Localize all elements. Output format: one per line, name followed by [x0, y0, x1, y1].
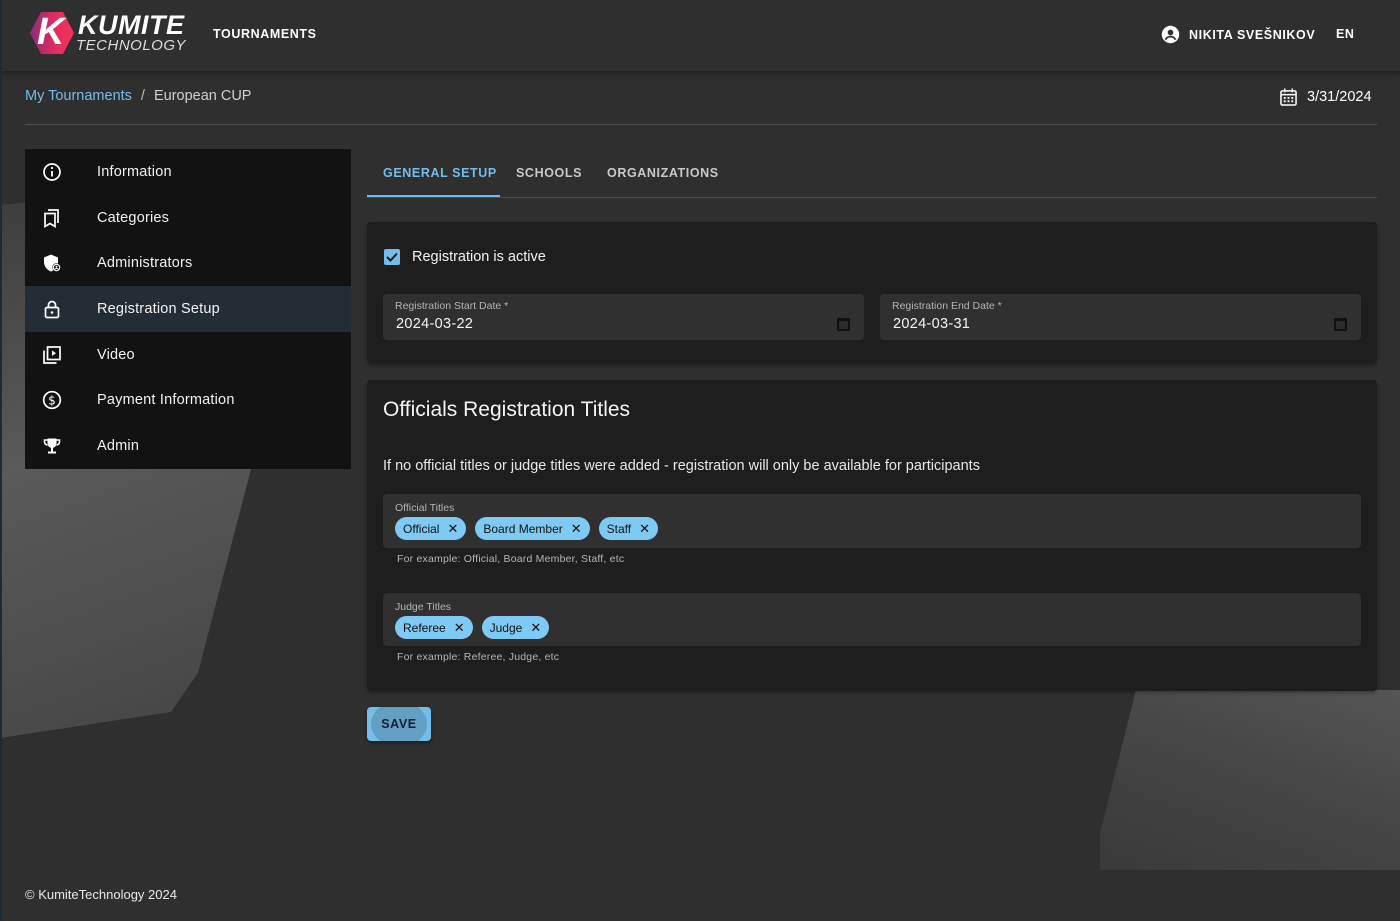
breadcrumb-separator: /	[140, 88, 145, 104]
sidebar-item-label: Information	[97, 163, 172, 180]
nav-tournaments-link[interactable]: TOURNAMENTS	[213, 27, 317, 41]
user-menu-button[interactable]: NIKITA SVEŠNIKOV	[1161, 25, 1315, 44]
lock-icon	[44, 300, 60, 319]
user-name: NIKITA SVEŠNIKOV	[1189, 27, 1316, 42]
registration-start-date-field[interactable]: Registration Start Date * 2024-03-22	[383, 294, 864, 340]
close-icon[interactable]: ✕	[639, 522, 650, 535]
sidebar-item-categories[interactable]: Categories	[25, 195, 351, 241]
sidebar-item-label: Payment Information	[97, 392, 235, 409]
svg-text:$: $	[48, 394, 56, 408]
footer-copyright: © KumiteTechnology 2024	[25, 887, 177, 902]
sidebar-item-payment-information[interactable]: $ Payment Information	[25, 377, 351, 423]
sidebar-item-label: Administrators	[97, 255, 193, 272]
chip-board-member[interactable]: Board Member ✕	[475, 517, 590, 540]
registration-active-label: Registration is active	[412, 249, 546, 265]
end-date-calendar-icon[interactable]	[1334, 318, 1347, 331]
bookmarks-icon	[44, 208, 59, 228]
sidebar-item-admin[interactable]: Admin	[25, 423, 351, 469]
registration-active-checkbox[interactable]: Registration is active	[384, 249, 546, 265]
close-icon[interactable]: ✕	[530, 621, 541, 634]
chip-referee[interactable]: Referee ✕	[395, 616, 473, 639]
sidebar-item-label: Registration Setup	[97, 300, 220, 317]
judge-titles-helper: For example: Referee, Judge, etc	[397, 651, 560, 663]
chip-label: Official	[403, 521, 440, 536]
end-date-value[interactable]: 2024-03-31	[893, 316, 970, 332]
window-edge	[0, 0, 2, 921]
video-library-icon	[43, 345, 61, 364]
chip-label: Board Member	[483, 521, 563, 536]
registration-settings-card: Registration is active Registration Star…	[367, 222, 1377, 364]
header-divider	[25, 124, 1377, 125]
sidebar-item-video[interactable]: Video	[25, 332, 351, 378]
logo[interactable]: K KUMITE TECHNOLOGY	[30, 10, 186, 60]
sidebar-nav: Information Categories Administrators Re…	[25, 149, 351, 469]
officials-section-note: If no official titles or judge titles we…	[383, 458, 980, 474]
app-header: K KUMITE TECHNOLOGY TOURNAMENTS NIKITA S…	[0, 0, 1400, 71]
current-date-display: 3/31/2024	[1280, 88, 1372, 106]
admin-shield-icon	[44, 254, 61, 272]
official-titles-label: Official Titles	[395, 502, 455, 514]
official-titles-input[interactable]: Official Titles Official ✕ Board Member …	[383, 494, 1361, 548]
close-icon[interactable]: ✕	[454, 621, 465, 634]
breadcrumb: My Tournaments / European CUP	[25, 88, 251, 104]
checkbox-checked-icon[interactable]	[384, 249, 400, 265]
active-tab-indicator	[367, 195, 500, 197]
judge-titles-chips: Referee ✕ Judge ✕	[395, 616, 550, 639]
official-titles-chips: Official ✕ Board Member ✕ Staff ✕	[395, 517, 659, 540]
sidebar-item-label: Categories	[97, 209, 170, 226]
current-date-text: 3/31/2024	[1307, 89, 1372, 105]
tab-schools[interactable]: SCHOOLS	[516, 166, 582, 180]
close-icon[interactable]: ✕	[571, 522, 582, 535]
trophy-icon	[43, 438, 61, 454]
start-date-calendar-icon[interactable]	[837, 318, 850, 331]
tab-general-setup[interactable]: GENERAL SETUP	[383, 166, 497, 180]
language-selector[interactable]: EN	[1336, 27, 1355, 41]
registration-end-date-field[interactable]: Registration End Date * 2024-03-31	[880, 294, 1361, 340]
tab-organizations[interactable]: ORGANIZATIONS	[607, 166, 719, 180]
save-button-label: SAVE	[381, 717, 417, 731]
chip-judge[interactable]: Judge ✕	[481, 616, 550, 639]
sidebar-item-label: Admin	[97, 437, 140, 454]
background-shape-right	[1100, 690, 1400, 870]
logo-subtitle: TECHNOLOGY	[76, 37, 187, 54]
officials-titles-card: Officials Registration Titles If no offi…	[367, 380, 1377, 691]
account-circle-icon	[1161, 25, 1180, 44]
setup-tabs: GENERAL SETUP SCHOOLS ORGANIZATIONS	[367, 150, 1377, 198]
chip-staff[interactable]: Staff ✕	[598, 517, 659, 540]
chip-official[interactable]: Official ✕	[395, 517, 467, 540]
start-date-label: Registration Start Date *	[395, 300, 509, 312]
officials-section-title: Officials Registration Titles	[383, 398, 631, 421]
save-button[interactable]: SAVE	[367, 707, 431, 741]
end-date-label: Registration End Date *	[892, 300, 1002, 312]
dollar-circle-icon: $	[42, 391, 62, 410]
checkmark-icon	[386, 252, 398, 262]
sidebar-item-information[interactable]: Information	[25, 149, 351, 195]
close-icon[interactable]: ✕	[447, 522, 458, 535]
chip-label: Staff	[606, 521, 632, 536]
logo-title: KUMITE	[78, 10, 185, 40]
breadcrumb-my-tournaments-link[interactable]: My Tournaments	[25, 88, 132, 104]
calendar-icon	[1280, 88, 1297, 106]
sidebar-item-administrators[interactable]: Administrators	[25, 240, 351, 286]
official-titles-helper: For example: Official, Board Member, Sta…	[397, 553, 625, 565]
sidebar-item-label: Video	[97, 346, 135, 363]
judge-titles-input[interactable]: Judge Titles Referee ✕ Judge ✕	[383, 593, 1361, 646]
logo-mark: K	[37, 11, 65, 53]
sidebar-item-registration-setup[interactable]: Registration Setup	[25, 286, 351, 332]
judge-titles-label: Judge Titles	[395, 601, 452, 613]
chip-label: Referee	[403, 620, 446, 635]
info-icon	[43, 162, 61, 181]
chip-label: Judge	[489, 620, 523, 635]
breadcrumb-current: European CUP	[153, 88, 252, 104]
start-date-value[interactable]: 2024-03-22	[396, 316, 473, 332]
